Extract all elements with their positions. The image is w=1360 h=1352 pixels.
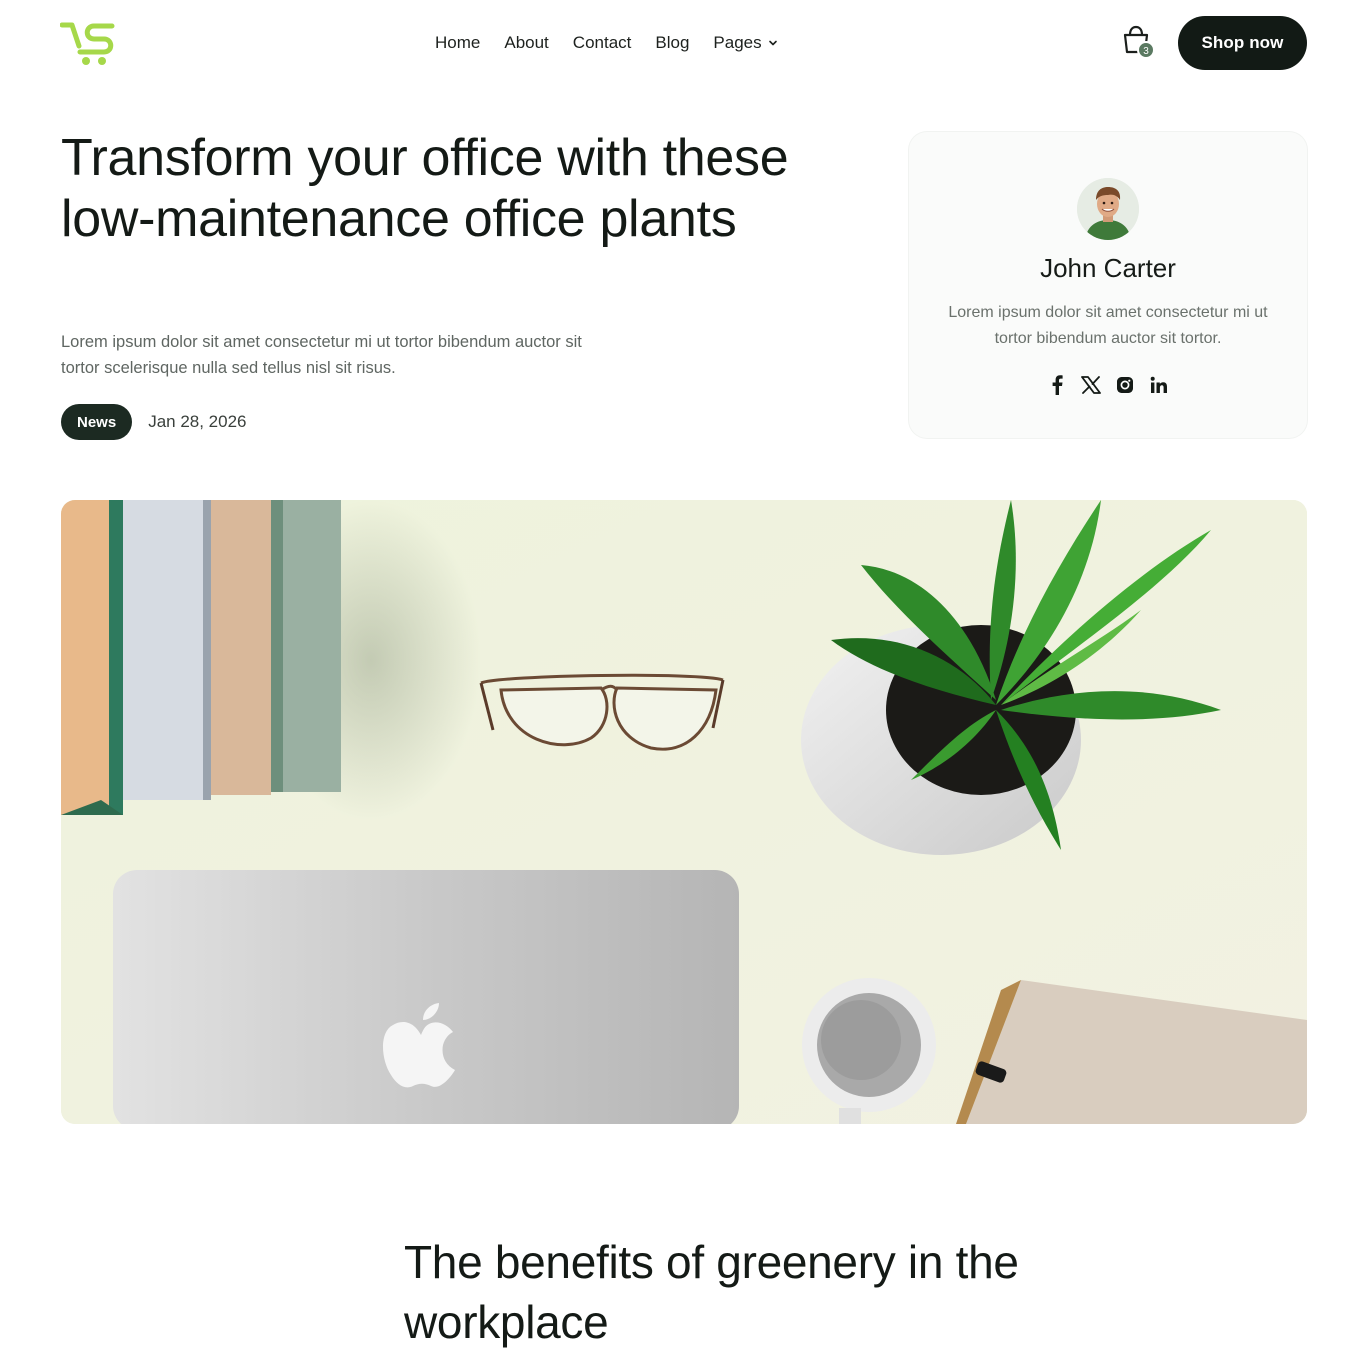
social-links <box>909 374 1307 396</box>
publish-date: Jan 28, 2026 <box>148 412 247 431</box>
x-icon[interactable] <box>1081 374 1101 396</box>
article-meta: News Jan 28, 2026 <box>61 404 247 440</box>
nav-home[interactable]: Home <box>435 33 480 53</box>
nav-pages-label: Pages <box>713 33 762 52</box>
shop-now-button[interactable]: Shop now <box>1178 16 1307 70</box>
facebook-icon[interactable] <box>1047 374 1067 396</box>
linkedin-icon[interactable] <box>1149 374 1169 396</box>
site-header: Home About Contact Blog Pages 3 Shop now <box>0 0 1360 86</box>
author-bio: Lorem ipsum dolor sit amet consectetur m… <box>948 304 1268 347</box>
logo-icon[interactable] <box>60 20 116 66</box>
article-title: Transform your office with these low-mai… <box>61 129 789 248</box>
category-tag[interactable]: News <box>61 404 133 440</box>
nav-about[interactable]: About <box>504 33 548 53</box>
author-avatar <box>1077 178 1139 240</box>
article-intro: Lorem ipsum dolor sit amet consectetur m… <box>61 333 582 377</box>
avatar-image <box>1077 178 1139 240</box>
author-name: John Carter <box>1040 253 1176 283</box>
chevron-down-icon <box>768 40 777 46</box>
author-card: John Carter Lorem ipsum dolor sit amet c… <box>909 132 1307 438</box>
main-nav: Home About Contact Blog Pages <box>435 31 778 55</box>
nav-contact[interactable]: Contact <box>573 33 632 53</box>
nav-pages[interactable]: Pages <box>713 33 777 53</box>
nav-blog[interactable]: Blog <box>655 33 689 53</box>
cart-count-badge: 3 <box>1137 41 1155 59</box>
section-heading: The benefits of greenery in the workplac… <box>404 1236 1019 1348</box>
desk-flatlay-illustration <box>61 500 1307 1124</box>
cart-button[interactable]: 3 <box>1121 24 1157 60</box>
instagram-icon[interactable] <box>1115 374 1135 396</box>
hero-image <box>61 500 1307 1124</box>
